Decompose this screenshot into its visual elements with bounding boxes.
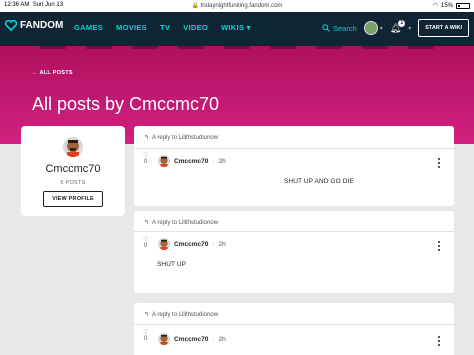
chevron-down-icon[interactable]: ▾ [408,25,411,32]
user-menu[interactable]: ▾ [363,21,383,35]
separator-dot: · [212,335,215,343]
author-row: Cmccmc70 · 2h [158,238,226,250]
separator-dot: · [212,240,215,248]
profile-posts-count: 5 POSTS [60,180,86,186]
author-name[interactable]: Cmccmc70 [174,158,208,165]
post-time: 2h [218,335,226,343]
more-options-button[interactable] [438,158,440,168]
like-count: 0 [144,159,148,165]
kebab-icon [438,158,440,168]
battery-icon [456,2,470,9]
search-label: Search [333,23,357,33]
notifications-button[interactable]: 🔔︎ 1 [390,19,406,34]
reply-icon: ↰ [144,312,150,318]
divider [134,324,454,325]
like-count: 0 [144,336,148,342]
status-indicators: ◠ 15% [433,2,470,9]
heart-icon: ♡ [143,330,149,336]
view-profile-button[interactable]: VIEW PROFILE [43,191,103,207]
search-icon [322,24,330,32]
author-row: Cmccmc70 · 2h [158,333,226,345]
reply-icon: ↰ [144,135,150,141]
post-time: 2h [218,157,226,165]
profile-card: Cmccmc70 5 POSTS VIEW PROFILE [21,126,125,216]
arrow-left-icon: ← [32,70,38,76]
kebab-icon [438,241,440,251]
url-bar[interactable]: 🔒 fridaynightfunking.fandom.com [0,2,474,9]
author-name[interactable]: Cmccmc70 [174,336,208,343]
wifi-icon: ◠ [432,3,438,9]
more-options-button[interactable] [438,336,440,346]
avatar[interactable] [63,137,83,157]
chevron-down-icon: ▾ [246,23,251,32]
divider [134,148,454,149]
like-button[interactable]: ♡ 0 [143,329,148,342]
profile-name: Cmccmc70 [45,163,101,175]
post-body: SHUT UP AND GO DIE [284,178,354,185]
author-name[interactable]: Cmccmc70 [174,241,208,248]
search-button[interactable]: Search [322,24,357,33]
like-button[interactable]: ♡ 0 [143,236,148,249]
logo-text: FANDOM [20,20,64,31]
reply-to-row[interactable]: ↰ A reply to Lilithstudionow [144,311,218,319]
ios-status-bar: 12:36 AM Sun Jun 13 🔒 fridaynightfunking… [0,0,474,12]
all-posts-link[interactable]: ← ALL POSTS [32,70,73,76]
post-body: SHUT UP [157,261,187,268]
nav-link-games[interactable]: GAMES [74,23,103,32]
post-time: 2h [218,240,226,248]
avatar[interactable] [158,333,170,345]
more-options-button[interactable] [438,241,440,251]
community-strip [0,46,474,51]
page-title: All posts by Cmccmc70 [32,94,220,114]
nav-right: Search ▾ 🔔︎ 1 ▾ START A WIKI [322,19,469,37]
heart-icon: ♡ [143,237,149,243]
nav-link-tv[interactable]: TV [160,23,170,32]
author-row: Cmccmc70 · 2h [158,155,226,167]
battery-percent: 15% [440,2,453,9]
post-card: ↰ A reply to Lilithstudionow ♡ 0 Cmccmc7… [134,126,454,206]
fandom-logo[interactable]: FANDOM [5,20,63,31]
start-wiki-button[interactable]: START A WIKI [418,19,469,37]
post-card: ↰ A reply to Lilithstudionow ♡ 0 Cmccmc7… [134,211,454,293]
chevron-down-icon: ▾ [379,25,383,32]
divider [134,231,454,232]
avatar [363,21,378,35]
post-card: ↰ A reply to Lilithstudionow ♡ 0 Cmccmc7… [134,303,454,355]
like-count: 0 [144,243,148,249]
nav-link-wikis[interactable]: WIKIS ▾ [221,23,251,32]
kebab-icon [438,336,440,346]
avatar[interactable] [158,238,170,250]
heart-icon: ♡ [143,153,149,159]
nav-links: GAMES MOVIES TV VIDEO WIKIS ▾ [74,23,251,32]
reply-to-row[interactable]: ↰ A reply to Lilithstudionow [144,219,218,227]
top-nav: FANDOM GAMES MOVIES TV VIDEO WIKIS ▾ Sea… [0,12,474,46]
reply-icon: ↰ [144,220,150,226]
notification-badge: 1 [398,19,406,27]
reply-to-row[interactable]: ↰ A reply to Lilithstudionow [144,134,218,142]
nav-link-video[interactable]: VIDEO [183,23,208,32]
avatar[interactable] [158,155,170,167]
separator-dot: · [212,157,215,165]
like-button[interactable]: ♡ 0 [143,152,148,165]
heart-logo-icon [5,20,17,31]
nav-link-movies[interactable]: MOVIES [116,23,147,32]
